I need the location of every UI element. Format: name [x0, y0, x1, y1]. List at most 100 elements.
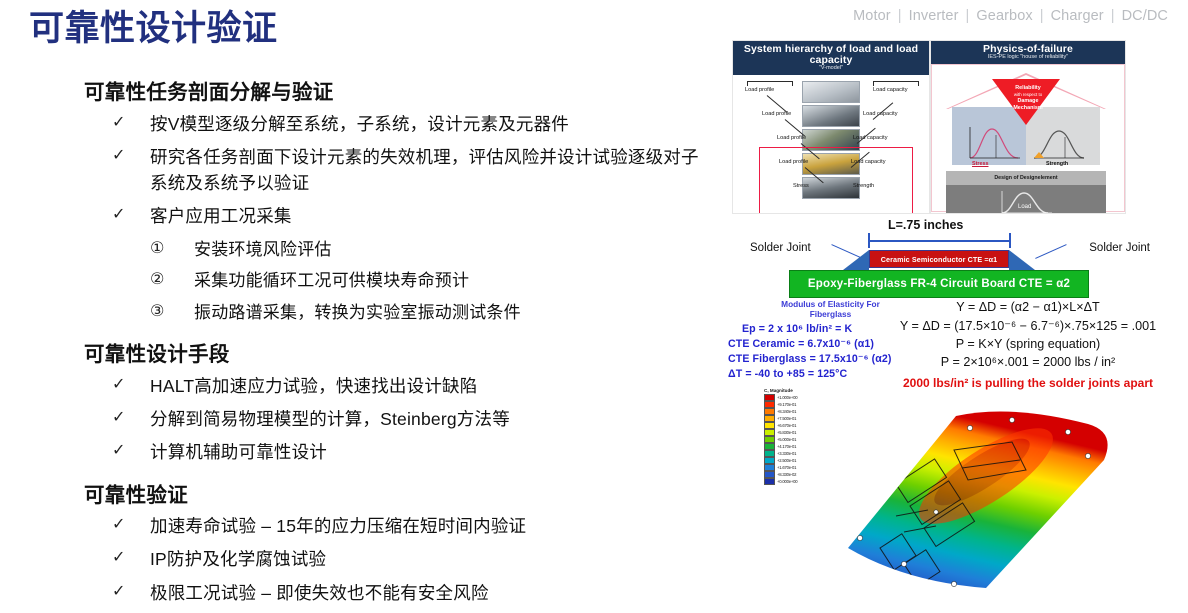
sub-bullet-item: ① 安装环境风险评估 [84, 237, 704, 263]
section-heading-1: 可靠性任务剖面分解与验证 [84, 81, 334, 104]
nav-item-dcdc[interactable]: DC/DC [1116, 8, 1174, 24]
equation-line-2: Y = ΔD = (17.5×10⁻⁶ − 6.7⁻⁶)×.75×125 = .… [899, 319, 1157, 333]
design-element-label: Design of Designelement [994, 174, 1058, 181]
legend-row: +1.000e+00 [764, 394, 826, 401]
solder-joint-label-right: Solder Joint [1089, 242, 1150, 254]
modulus-caption-line1: Modulus of Elasticity For [781, 299, 880, 309]
legend-swatch [764, 415, 775, 422]
check-icon: ✓ [112, 582, 126, 600]
bullet-text: 研究各任务剖面下设计元素的失效机理，评估风险并设计试验逐级对子系统及系统予以验证 [150, 146, 699, 194]
legend-row: +3.330e-01 [764, 450, 826, 457]
label-load-capacity-3: Load capacity [853, 134, 888, 141]
length-label: L=.75 inches [888, 218, 964, 232]
mechanism-text: Mechanism [1013, 105, 1043, 112]
check-icon: ✓ [112, 549, 126, 567]
ceramic-semiconductor-block: Ceramic Semiconductor CTE =α1 [869, 250, 1009, 268]
bullet-text: 极限工况试验 – 即使失效也不能有安全风险 [150, 582, 489, 603]
legend-value: +5.000e-01 [777, 437, 797, 442]
page-title: 可靠性设计验证 [29, 9, 278, 49]
legend-row: +4.170e-01 [764, 443, 826, 450]
reliability-subtext: with respect to [1013, 91, 1043, 97]
legend-row: +5.830e-01 [764, 429, 826, 436]
sub-bullet-text: 安装环境风险评估 [194, 239, 332, 259]
left-bracket [747, 80, 793, 86]
check-icon: ✓ [112, 113, 126, 131]
bullet-item: ✓ 极限工况试验 – 即使失效也不能有安全风险 [84, 580, 704, 606]
legend-swatch [764, 478, 775, 485]
load-text: Load [1018, 204, 1031, 210]
nav-item-inverter[interactable]: Inverter [903, 8, 965, 24]
legend-title: C, Magnitude [764, 388, 793, 393]
leader-arrow-right [1035, 244, 1067, 260]
label-load-profile-3: Load profile [777, 134, 807, 141]
section-heading-3: 可靠性验证 [84, 483, 188, 507]
check-icon: ✓ [112, 375, 126, 393]
content-body: 可靠性任务剖面分解与验证 ✓ 按V模型逐级分解至系统，子系统，设计元素及元器件 … [84, 80, 704, 613]
check-icon: ✓ [112, 206, 126, 224]
check-icon: ✓ [112, 409, 126, 426]
fr4-circuit-board-block: Epoxy-Fiberglass FR-4 Circuit Board CTE … [789, 270, 1089, 298]
reliability-text: Reliability [1015, 84, 1041, 91]
deformed-pcb-plot [848, 411, 1108, 588]
legend-row: +8.340e-01 [764, 408, 826, 415]
bullet-item: ✓ HALT高加速应力试验，快速找出设计缺陷 [84, 373, 704, 399]
fea-color-legend: C, Magnitude +1.000e+00 +9.170e-01 +8.340e… [764, 388, 826, 485]
legend-swatch [764, 422, 775, 429]
design-element-band: Design of Designelement [946, 170, 1106, 185]
bullet-text: 分解到简易物理模型的计算，Steinberg方法等 [150, 409, 510, 429]
modulus-caption-line2: Fiberglass [809, 308, 852, 319]
strength-distribution-curve [1033, 130, 1085, 159]
length-dimension-line [868, 240, 1010, 242]
module-thumbnail [802, 104, 860, 127]
solder-joint-diagram: L=.75 inches Solder Joint Solder Joint C… [738, 218, 1158, 300]
legend-row: +0.000e+00 [764, 478, 826, 485]
legend-value: +4.170e-01 [777, 444, 797, 449]
load-band: Load [946, 184, 1106, 213]
legend-swatch [764, 464, 775, 471]
v-model-title: System hierarchy of load and load capaci… [743, 43, 919, 67]
solder-joint-label-left: Solder Joint [750, 242, 811, 254]
bullet-text: IP防护及化学腐蚀试验 [150, 549, 327, 570]
legend-swatch [764, 429, 775, 436]
bullet-text: 加速寿命试验 – 15年的应力压缩在短时间内验证 [150, 516, 527, 537]
nav-item-gearbox[interactable]: Gearbox [970, 8, 1038, 24]
stress-band-label: Stress [972, 160, 989, 167]
section-heading-2: 可靠性设计手段 [84, 343, 230, 367]
connector-line [766, 94, 788, 113]
highlight-box [759, 146, 913, 213]
length-cap-left [868, 233, 870, 248]
legend-swatch [764, 471, 775, 478]
legend-value: +9.170e-01 [777, 402, 797, 407]
solder-fillet-left [843, 250, 869, 270]
v-model-header: System hierarchy of load and load capaci… [733, 41, 929, 75]
vehicle-thumbnail [802, 80, 860, 103]
legend-swatch [764, 443, 775, 450]
bullet-text: HALT高加速应力试验，快速找出设计缺陷 [150, 375, 478, 396]
bullet-text: 按V模型逐级分解至系统，子系统，设计元素及元器件 [150, 113, 569, 134]
sub-bullet-item: ③ 振动路谱采集，转换为实验室振动测试条件 [84, 300, 704, 326]
sub-bullet-text: 振动路谱采集，转换为实验室振动测试条件 [194, 302, 521, 322]
nav-item-charger[interactable]: Charger [1045, 8, 1110, 24]
legend-swatch [764, 401, 775, 408]
legend-row: +6.670e-01 [764, 422, 826, 429]
length-cap-right [1009, 233, 1011, 248]
reliability-label: Reliability with respect to Damage Mecha… [998, 85, 1058, 112]
legend-swatch [764, 394, 775, 401]
bullet-item: ✓ 研究各任务剖面下设计元素的失效机理，评估风险并设计试验逐级对子系统及系统予以… [84, 144, 704, 197]
reliability-illustration: System hierarchy of load and load capaci… [728, 40, 1176, 600]
legend-row: +7.500e-01 [764, 415, 826, 422]
nav-item-motor[interactable]: Motor [847, 8, 897, 24]
legend-value: +8.330e-02 [777, 472, 797, 477]
top-navigation: Motor | Inverter | Gearbox | Charger | D… [847, 8, 1174, 24]
equation-line-3: P = K×Y (spring equation) [955, 337, 1101, 351]
bullet-text: 客户应用工况采集 [150, 206, 292, 227]
legend-swatch [764, 436, 775, 443]
physics-of-failure-panel: Physics-of-failure IES-PE logic "house o… [930, 40, 1126, 214]
bullet-text: 计算机辅助可靠性设计 [150, 442, 327, 463]
legend-value: +6.670e-01 [777, 423, 797, 428]
v-model-subtitle: "V-model" [818, 65, 844, 72]
legend-value: +2.500e-01 [777, 458, 797, 463]
house-of-reliability: Reliability with respect to Damage Mecha… [946, 72, 1106, 213]
legend-swatch [764, 408, 775, 415]
legend-swatch [764, 457, 775, 464]
